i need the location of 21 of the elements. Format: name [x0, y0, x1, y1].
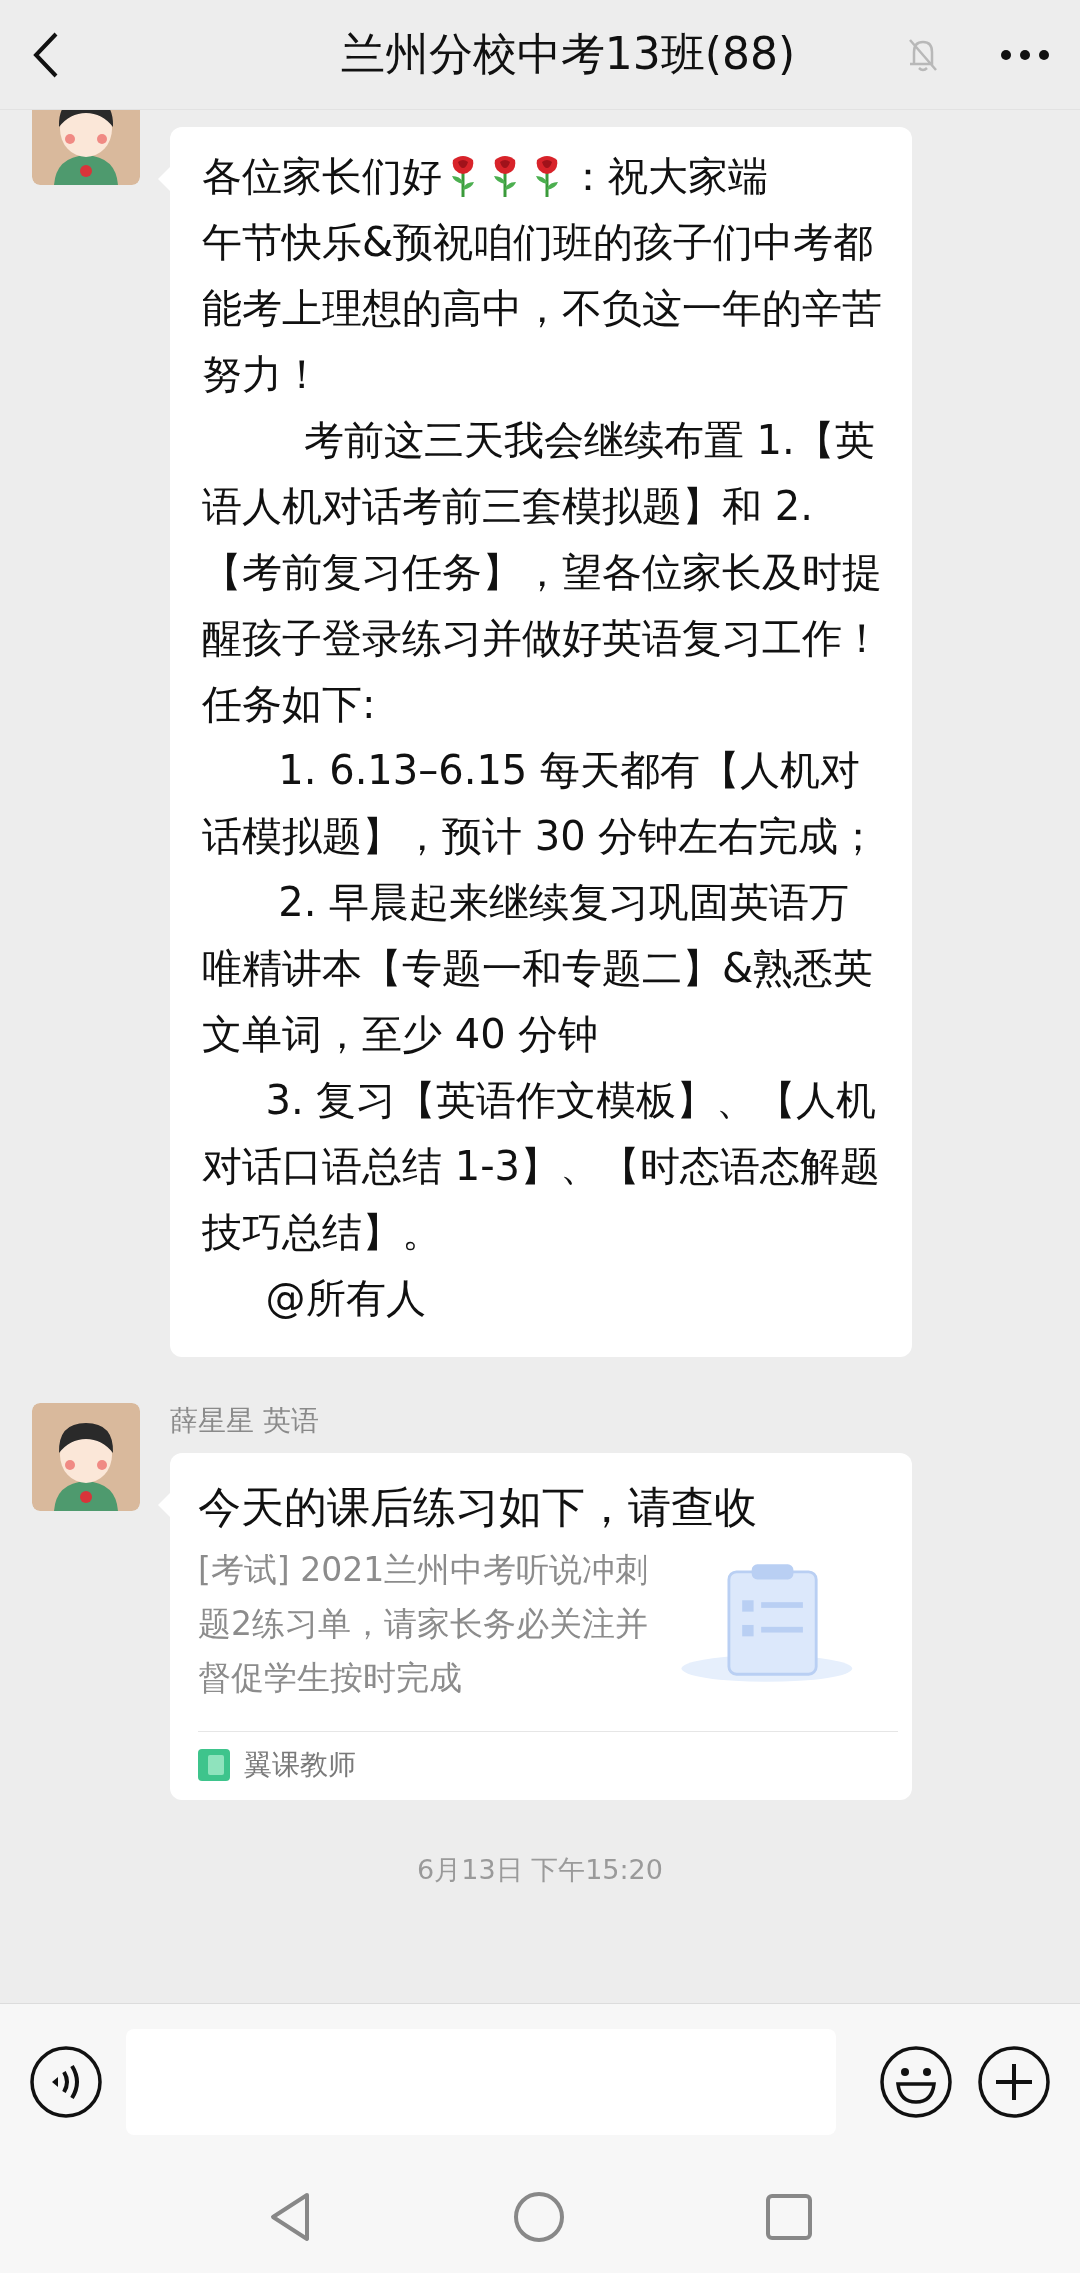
message-text: 午节快乐&预祝咱们班的孩子们中考都能考上理想的高中，不负这一年的辛苦努力！ — [202, 218, 882, 399]
sender-name: 薛星星 英语 — [170, 1403, 320, 1439]
card-source: 翼课教师 — [244, 1747, 356, 1783]
message-text: @所有人 — [264, 1274, 427, 1323]
recents-button[interactable] — [765, 2192, 813, 2241]
message-text: 各位家长们好 — [202, 151, 442, 201]
card-description: [考试] 2021兰州中考听说冲刺题2练习单，请家长务必关注并督促学生按时完成 — [198, 1549, 650, 1699]
app-logo-icon — [198, 1749, 230, 1781]
message-text: 考前这三天我会继续布置 1.【英语人机对话考前三套模拟题】和 2.【考前复习任务】，望各位家长及时提醒孩子登录练习并做好英语复习工作！任务如下: — [202, 416, 882, 729]
chat-title: 兰州分校中考13班(88) — [339, 27, 797, 81]
message-text: 2. 早晨起来继续复习巩固英语万唯精讲本【专题一和专题二】&熟悉英文单词，至少 40 分钟 — [202, 878, 875, 1059]
timestamp: 6月13日 下午15:20 — [417, 1853, 663, 1887]
plus-button[interactable] — [976, 2044, 1052, 2120]
message-text: ：祝大家端 — [568, 151, 768, 201]
message-text: 1. 6.13–6.15 每天都有【人机对话模拟题】，预计 30 分钟左右完成； — [202, 746, 880, 861]
home-button[interactable] — [513, 2190, 565, 2243]
voice-button[interactable] — [28, 2044, 104, 2120]
emoji-button[interactable] — [878, 2044, 954, 2120]
message-text: 3. 复习【英语作文模板】、【人机对话口语总结 1-3】、【时态语态解题技巧总结】。 — [202, 1076, 882, 1257]
card-title: 今天的课后练习如下，请查收 — [198, 1481, 758, 1534]
more-button[interactable] — [1000, 48, 1050, 61]
